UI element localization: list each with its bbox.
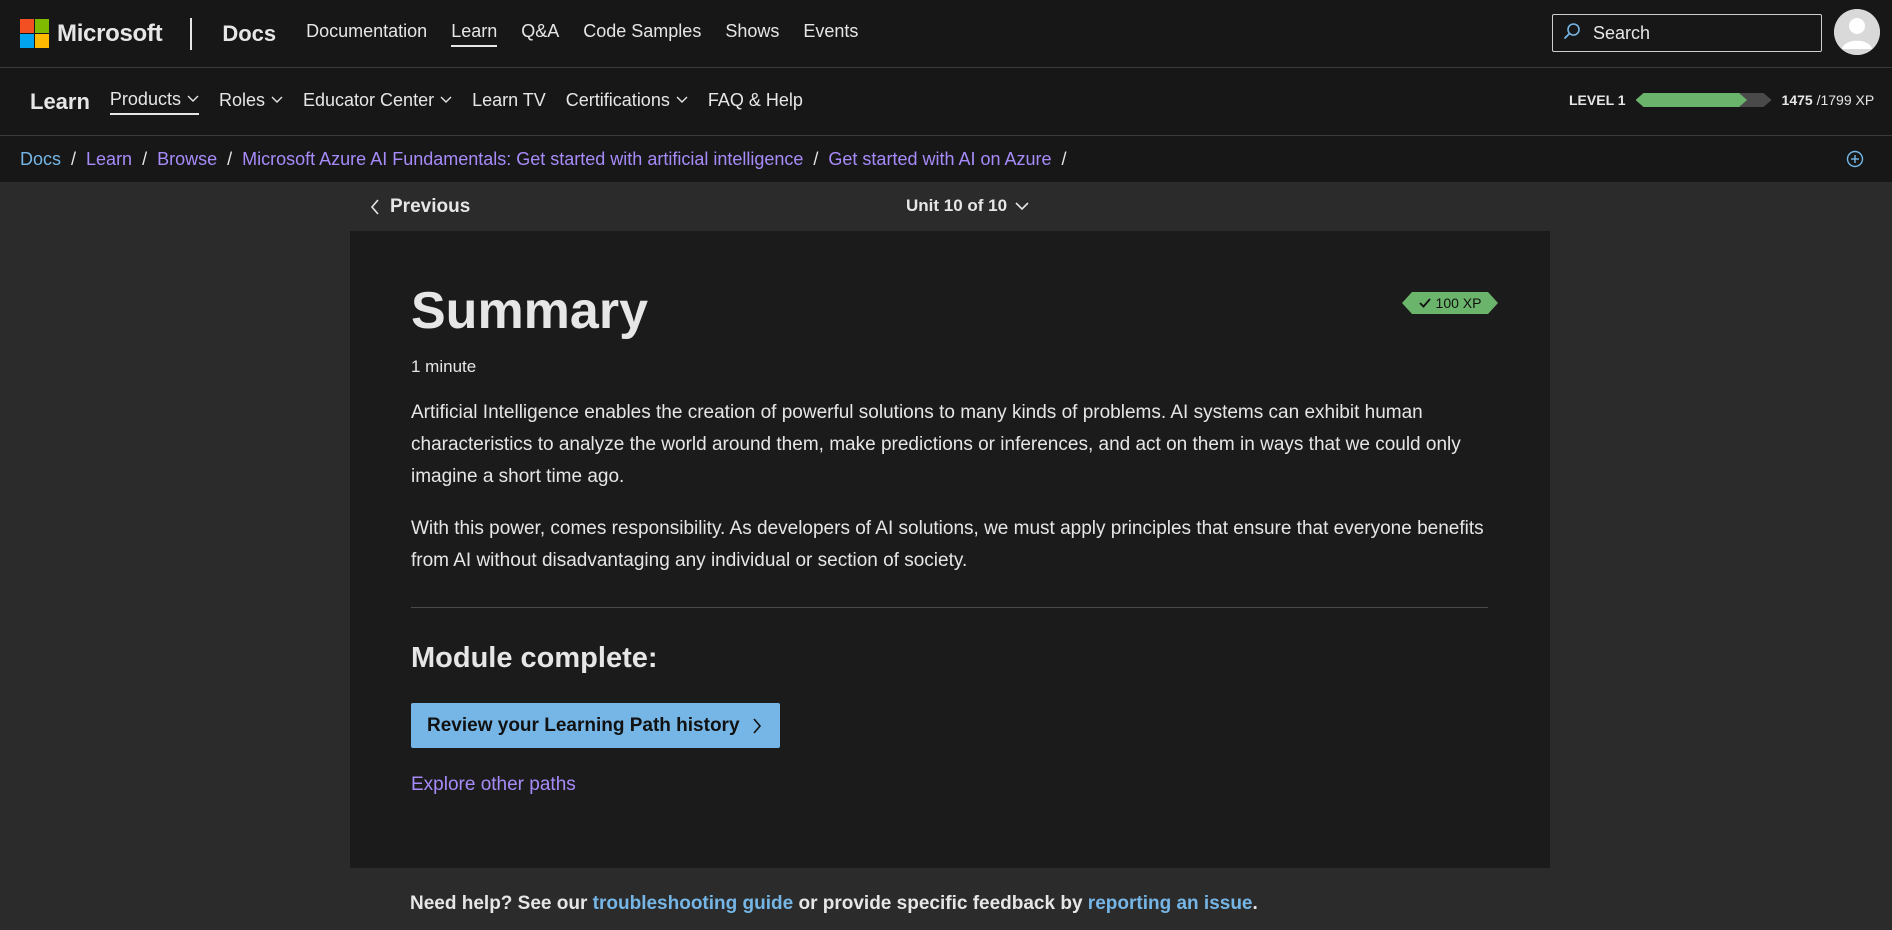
- help-prefix: Need help? See our: [410, 893, 588, 914]
- learn-nav-label: FAQ & Help: [707, 89, 803, 110]
- nav-shows[interactable]: Shows: [725, 21, 779, 47]
- previous-label: Previous: [390, 196, 471, 217]
- breadcrumb-learning-path[interactable]: Microsoft Azure AI Fundamentals: Get sta…: [242, 149, 803, 170]
- nav-code-samples[interactable]: Code Samples: [583, 21, 701, 47]
- learn-nav-label: Products: [109, 88, 181, 109]
- learn-nav-learn-tv[interactable]: Learn TV: [472, 90, 546, 114]
- chevron-down-icon: [676, 96, 688, 103]
- troubleshooting-guide-link[interactable]: troubleshooting guide: [593, 893, 794, 914]
- previous-button[interactable]: Previous: [370, 196, 470, 218]
- nav-qa[interactable]: Q&A: [521, 21, 559, 47]
- duration: 1 minute: [411, 357, 477, 376]
- breadcrumb-learn[interactable]: Learn: [86, 149, 132, 170]
- docs-home-link[interactable]: Docs: [222, 21, 276, 47]
- xp-progress-fill: [1636, 93, 1748, 107]
- summary-paragraph: Artificial Intelligence enables the crea…: [411, 402, 1461, 487]
- xp-current: 1475: [1781, 92, 1813, 108]
- breadcrumb-separator: /: [1061, 148, 1067, 169]
- user-avatar-icon[interactable]: [1834, 9, 1880, 55]
- breadcrumb-browse[interactable]: Browse: [157, 149, 217, 170]
- microsoft-logo-icon: [20, 19, 49, 48]
- breadcrumb-separator: /: [142, 148, 148, 169]
- nav-events[interactable]: Events: [803, 21, 858, 47]
- header-divider: [190, 17, 193, 50]
- xp-total: /1799 XP: [1816, 92, 1875, 108]
- report-issue-link[interactable]: reporting an issue: [1088, 893, 1253, 914]
- learn-nav-educator-center[interactable]: Educator Center: [303, 90, 452, 114]
- breadcrumb-separator: /: [227, 148, 233, 169]
- search-box[interactable]: [1552, 14, 1822, 52]
- unit-label: Unit 10 of 10: [906, 196, 1008, 215]
- chevron-down-icon: [187, 95, 199, 102]
- summary-paragraph: With this power, comes responsibility. A…: [411, 518, 1484, 571]
- learn-home-link[interactable]: Learn: [30, 89, 90, 115]
- microsoft-logo-link[interactable]: Microsoft: [20, 19, 163, 48]
- learn-header: Learn Products Roles Educator Center Lea…: [0, 68, 1892, 136]
- learn-nav-certifications[interactable]: Certifications: [566, 90, 688, 114]
- page-title: Summary: [411, 282, 648, 340]
- search-input[interactable]: [1591, 21, 1795, 45]
- global-header: Microsoft Docs Documentation Learn Q&A C…: [0, 0, 1892, 68]
- breadcrumb-docs[interactable]: Docs: [20, 149, 61, 170]
- help-middle: or provide specific feedback by: [798, 893, 1083, 914]
- chevron-down-icon: [271, 96, 283, 103]
- chevron-left-icon: [370, 199, 379, 215]
- nav-learn[interactable]: Learn: [451, 21, 498, 47]
- breadcrumb-module[interactable]: Get started with AI on Azure: [828, 149, 1051, 170]
- learn-nav-label: Learn TV: [472, 89, 546, 110]
- unit-navigation: Previous Unit 10 of 10: [0, 182, 1892, 232]
- unit-selector[interactable]: Unit 10 of 10: [906, 196, 1029, 216]
- xp-progress-bar: [1635, 93, 1772, 107]
- nav-documentation[interactable]: Documentation: [306, 21, 427, 47]
- chevron-right-icon: [752, 717, 761, 734]
- chevron-down-icon: [440, 96, 452, 103]
- level-label: LEVEL 1: [1569, 92, 1626, 108]
- brand-name: Microsoft: [57, 19, 163, 47]
- learn-nav: Products Roles Educator Center Learn TV …: [109, 88, 823, 115]
- unit-content: Summary 100 XP 1 minute Artificial Intel…: [350, 231, 1550, 868]
- global-nav: Documentation Learn Q&A Code Samples Sho…: [306, 21, 882, 47]
- learn-nav-faq-help[interactable]: FAQ & Help: [708, 90, 803, 114]
- review-button-label: Review your Learning Path history: [427, 714, 740, 736]
- chevron-down-icon: [1015, 201, 1029, 210]
- learn-nav-label: Roles: [218, 89, 265, 110]
- learn-nav-roles[interactable]: Roles: [219, 90, 283, 114]
- xp-count: 1475 /1799 XP: [1782, 92, 1875, 108]
- help-suffix: .: [1252, 893, 1258, 914]
- add-collection-icon[interactable]: [1846, 150, 1864, 173]
- breadcrumb-separator: /: [813, 148, 819, 169]
- review-learning-path-button[interactable]: Review your Learning Path history: [411, 703, 780, 748]
- learn-nav-products[interactable]: Products: [109, 88, 199, 115]
- explore-other-paths-link[interactable]: Explore other paths: [411, 774, 1488, 796]
- breadcrumb: Docs / Learn / Browse / Microsoft Azure …: [0, 136, 1892, 182]
- breadcrumb-separator: /: [71, 148, 77, 169]
- xp-badge: 100 XP: [1402, 292, 1498, 314]
- learn-nav-label: Educator Center: [303, 89, 435, 110]
- divider: [411, 607, 1488, 608]
- search-icon: [1563, 22, 1581, 45]
- module-complete-heading: Module complete:: [411, 642, 658, 674]
- learn-nav-label: Certifications: [565, 89, 670, 110]
- check-icon: [1418, 298, 1431, 308]
- level-progress[interactable]: LEVEL 1 1475 /1799 XP: [1569, 92, 1874, 108]
- help-footer: Need help? See our troubleshooting guide…: [410, 893, 1258, 915]
- xp-badge-label: 100 XP: [1435, 295, 1482, 311]
